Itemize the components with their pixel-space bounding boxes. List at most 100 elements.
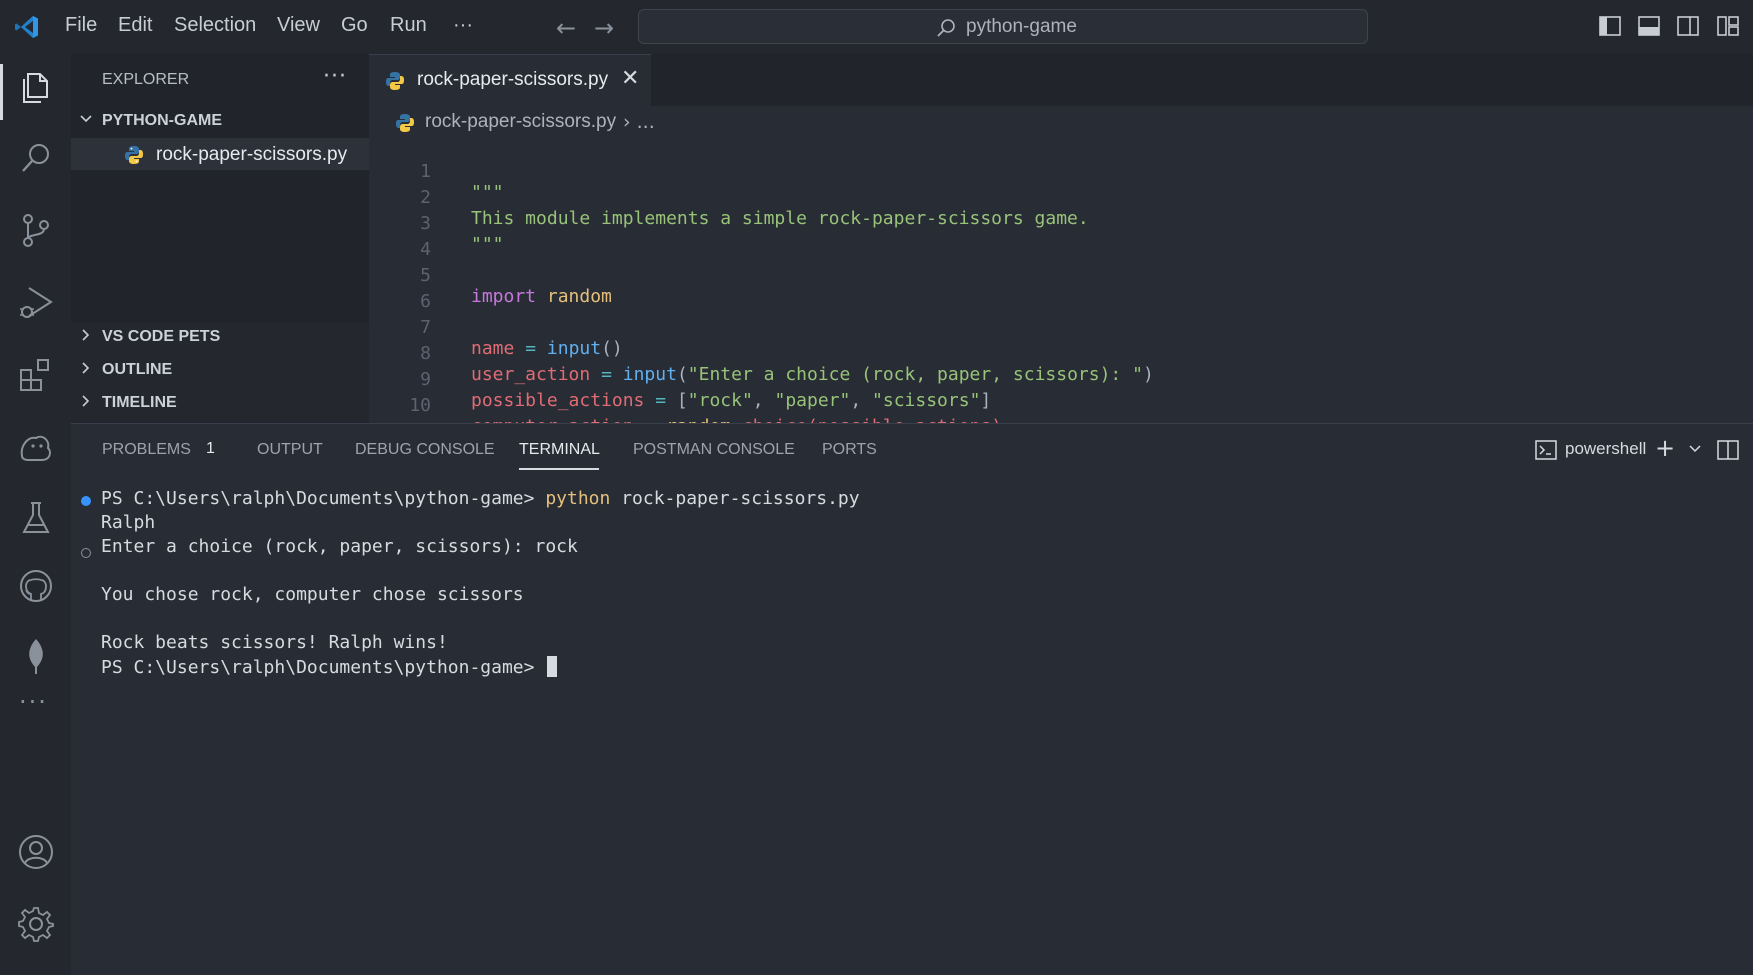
back-arrow-icon[interactable]: ←: [556, 14, 576, 42]
close-icon[interactable]: ✕: [621, 66, 639, 91]
testing-icon[interactable]: [16, 498, 56, 538]
split-terminal-icon[interactable]: [1717, 440, 1739, 460]
command-center-label: python-game: [966, 16, 1077, 37]
editor-tab-bar: rock-paper-scissors.py ✕: [369, 54, 1753, 106]
section-timeline[interactable]: TIMELINE: [71, 388, 369, 418]
chevron-down-icon[interactable]: [1688, 444, 1702, 454]
tab-terminal[interactable]: TERMINAL: [519, 441, 600, 459]
tab-label: rock-paper-scissors.py: [417, 69, 609, 90]
punctuation-token: .: [731, 416, 742, 423]
command: python: [545, 488, 611, 509]
terminal-type-label[interactable]: powershell: [1565, 439, 1646, 459]
chevron-right-icon: [82, 395, 90, 407]
terminal-line: Ralph: [101, 512, 156, 533]
pets-icon[interactable]: [16, 426, 56, 466]
terminal-line: Enter a choice (rock, paper, scissors): …: [101, 536, 578, 557]
command-center-search[interactable]: python-game: [638, 9, 1368, 44]
folder-python-game[interactable]: PYTHON-GAME: [71, 106, 369, 136]
customize-layout-icon[interactable]: [1716, 15, 1740, 37]
tab-ports[interactable]: PORTS: [822, 441, 877, 459]
section-outline[interactable]: OUTLINE: [71, 355, 369, 385]
tab-postman-console[interactable]: POSTMAN CONSOLE: [633, 441, 795, 459]
command-success-dot-icon: [81, 496, 91, 506]
terminal-output[interactable]: PS C:\Users\ralph\Documents\python-game>…: [71, 484, 1753, 964]
tab-debug-console[interactable]: DEBUG CONSOLE: [355, 441, 495, 459]
terminal-line: Rock beats scissors! Ralph wins!: [101, 632, 448, 653]
folder-label: PYTHON-GAME: [102, 112, 222, 129]
menu-view[interactable]: View: [277, 14, 320, 37]
sidebar-collapsed-sections: VS CODE PETS OUTLINE TIMELINE: [71, 322, 369, 422]
prompt: PS C:\Users\ralph\Documents\python-game>: [101, 488, 546, 509]
explorer-title: EXPLORER: [102, 71, 190, 88]
mongodb-icon[interactable]: [16, 636, 56, 676]
file-item-rock-paper-scissors[interactable]: rock-paper-scissors.py: [71, 138, 369, 170]
active-indicator: [0, 64, 3, 120]
breadcrumb: rock-paper-scissors.py › ...: [369, 106, 1753, 140]
code-editor[interactable]: 1 """ 2 This module implements a simple …: [369, 140, 1753, 423]
variable-token: possible_actions: [818, 416, 991, 423]
more-icon[interactable]: ···: [19, 688, 48, 716]
chevron-down-icon: [80, 115, 92, 123]
source-control-icon[interactable]: [16, 210, 56, 250]
chevron-right-icon: [82, 362, 90, 374]
section-label: VS CODE PETS: [102, 328, 221, 345]
menu-selection[interactable]: Selection: [174, 14, 256, 37]
breadcrumb-symbols[interactable]: › ...: [623, 111, 655, 133]
code-line: 1 """: [369, 140, 1753, 203]
terminal-line: PS C:\Users\ralph\Documents\python-game>…: [101, 488, 860, 509]
breadcrumb-file[interactable]: rock-paper-scissors.py: [425, 111, 616, 133]
operator-token: =: [644, 416, 655, 423]
menu-run[interactable]: Run: [390, 14, 427, 37]
tab-output[interactable]: OUTPUT: [257, 441, 323, 459]
line-number: 10: [409, 395, 431, 416]
python-file-icon: [125, 146, 143, 164]
terminal-line: PS C:\Users\ralph\Documents\python-game>: [101, 656, 558, 678]
terminal-icon: [1535, 440, 1557, 460]
search-icon[interactable]: [16, 138, 56, 178]
explorer-icon[interactable]: [16, 66, 56, 106]
toggle-primary-sidebar-icon[interactable]: [1598, 15, 1622, 37]
function-token: choice: [742, 416, 807, 423]
file-name: rock-paper-scissors.py: [156, 144, 348, 165]
activity-bar: ···: [0, 54, 71, 975]
code-line: 7 name = input(): [369, 296, 1753, 359]
code-line: 6: [369, 270, 1753, 312]
code-line: 9 possible_actions = ["rock", "paper", "…: [369, 348, 1753, 411]
code-line: 4: [369, 218, 1753, 260]
problems-count-badge: 1: [206, 440, 215, 457]
menu-go[interactable]: Go: [341, 14, 368, 37]
search-icon: [937, 19, 955, 37]
terminal-line: You chose rock, computer chose scissors: [101, 584, 524, 605]
explorer-more-icon[interactable]: ···: [323, 64, 347, 89]
menu-edit[interactable]: Edit: [118, 14, 152, 37]
command-pending-dot-icon: [81, 548, 91, 558]
code-line: 10 computer_action = random.choice(possi…: [369, 374, 1753, 423]
module-token: random: [666, 416, 731, 423]
forward-arrow-icon[interactable]: →: [594, 14, 614, 42]
code-line: 8 user_action = input("Enter a choice (r…: [369, 322, 1753, 385]
section-vs-code-pets[interactable]: VS CODE PETS: [71, 322, 369, 352]
toggle-panel-icon[interactable]: [1637, 15, 1661, 37]
terminal-cursor: [547, 656, 558, 677]
prompt: PS C:\Users\ralph\Documents\python-game>: [101, 657, 546, 678]
python-file-icon: [396, 114, 414, 132]
github-icon[interactable]: [16, 566, 56, 606]
toggle-secondary-sidebar-icon[interactable]: [1676, 15, 1700, 37]
section-label: OUTLINE: [102, 361, 173, 378]
menu-more[interactable]: ···: [453, 14, 473, 37]
variable-token: computer_action: [471, 416, 634, 423]
python-file-icon: [386, 72, 404, 90]
tab-rock-paper-scissors[interactable]: rock-paper-scissors.py ✕: [369, 54, 651, 106]
chevron-right-icon: [82, 329, 90, 341]
tab-problems[interactable]: PROBLEMS: [102, 441, 191, 459]
command-args: rock-paper-scissors.py: [610, 488, 860, 509]
vscode-logo-icon: [15, 16, 38, 38]
code-line: 2 This module implements a simple rock-p…: [369, 166, 1753, 229]
settings-gear-icon[interactable]: [16, 904, 56, 944]
run-debug-icon[interactable]: [16, 282, 56, 322]
menu-file[interactable]: File: [65, 14, 97, 37]
account-icon[interactable]: [16, 832, 56, 872]
punctuation-token: (: [807, 416, 818, 423]
extensions-icon[interactable]: [16, 354, 56, 394]
new-terminal-icon[interactable]: +: [1655, 434, 1675, 462]
